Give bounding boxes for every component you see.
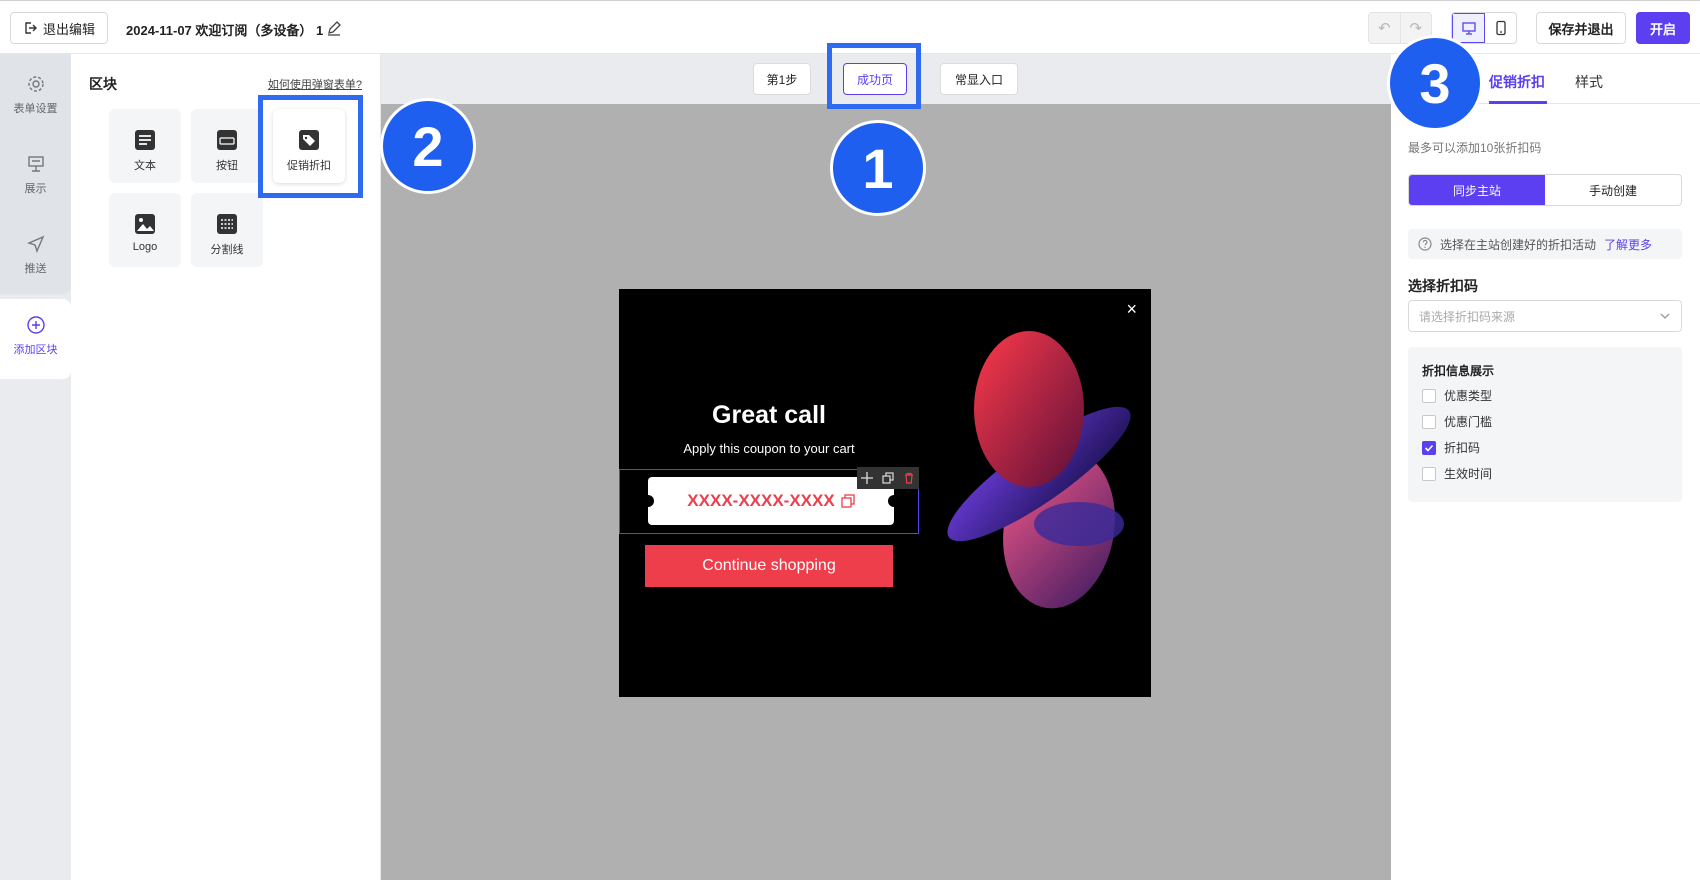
nav-item-display[interactable]: 展示 <box>0 154 71 196</box>
checkbox-box-checked <box>1422 440 1436 455</box>
info-text: 选择在主站创建好的折扣活动 <box>1440 237 1597 252</box>
checkbox-box <box>1422 388 1436 403</box>
tab-discount[interactable]: 促销折扣 <box>1489 72 1545 92</box>
popup-title: Great call <box>712 401 826 429</box>
text-icon <box>135 130 155 150</box>
block-toolbar <box>857 467 919 489</box>
checkbox-label: 优惠门槛 <box>1444 415 1493 429</box>
checkbox-box <box>1422 414 1436 429</box>
display-options-title: 折扣信息展示 <box>1422 364 1495 378</box>
desktop-icon <box>1461 22 1476 35</box>
nav-item-form-settings[interactable]: 表单设置 <box>0 74 71 116</box>
select-code-title: 选择折扣码 <box>1408 278 1478 294</box>
tile-label: 文本 <box>134 160 156 172</box>
tile-label: Logo <box>132 241 158 253</box>
mobile-icon <box>1495 20 1506 36</box>
save-exit-button[interactable]: 保存并退出 <box>1536 12 1626 44</box>
nav-item-label: 展示 <box>24 183 47 195</box>
code-source-select[interactable]: 请选择折扣码来源 <box>1408 300 1682 332</box>
source-segmented-control: 同步主站 手动创建 <box>1408 174 1682 206</box>
checkbox-box <box>1422 466 1436 481</box>
tile-label: 分割线 <box>210 244 244 256</box>
pencil-icon[interactable] <box>326 20 342 36</box>
block-tile-divider[interactable]: 分割线 <box>191 193 263 267</box>
button-icon <box>217 130 237 150</box>
nav-item-label: 推送 <box>24 263 47 275</box>
select-placeholder: 请选择折扣码来源 <box>1419 309 1516 324</box>
gear-icon <box>27 76 44 92</box>
active-tab-indicator <box>1489 101 1547 104</box>
exit-edit-label: 退出编辑 <box>42 21 95 37</box>
highlight-box-discount-tile <box>258 95 363 198</box>
document-title: 2024-11-07 欢迎订阅（多设备） 1 <box>126 23 324 38</box>
question-circle-icon <box>1418 237 1432 251</box>
popup-preview: × Great call Apply this coupon to your c… <box>619 289 1151 697</box>
left-nav: 表单设置 展示 推送 添加区块 <box>0 54 71 880</box>
discount-display-card: 折扣信息展示 优惠类型 优惠门槛 折扣码 生效时间 <box>1408 347 1682 502</box>
block-tile-button[interactable]: 按钮 <box>191 109 263 183</box>
presentation-icon <box>27 156 44 172</box>
annotation-badge-3: 3 <box>1387 35 1483 131</box>
desktop-view-button[interactable] <box>1452 13 1485 43</box>
nav-item-label: 表单设置 <box>13 103 58 115</box>
annotation-badge-2: 2 <box>380 98 476 194</box>
undo-icon[interactable]: ↶ <box>1369 13 1401 43</box>
coupon-notch-left <box>642 495 654 507</box>
divider-icon <box>217 214 237 234</box>
mobile-view-button[interactable] <box>1485 13 1516 43</box>
nav-item-push[interactable]: 推送 <box>0 234 71 276</box>
plus-circle-icon <box>26 316 45 334</box>
tab-style[interactable]: 样式 <box>1575 72 1603 92</box>
nav-item-add-block[interactable]: 添加区块 <box>0 299 71 379</box>
exit-edit-button[interactable]: 退出编辑 <box>10 12 108 44</box>
move-icon[interactable] <box>861 472 874 484</box>
coupon-notch-right <box>888 495 900 507</box>
send-icon <box>26 235 44 253</box>
popup-subtitle: Apply this coupon to your cart <box>683 441 855 456</box>
image-icon <box>135 214 155 234</box>
exit-icon <box>25 22 37 34</box>
checkbox-discount-type[interactable]: 优惠类型 <box>1422 387 1492 404</box>
right-panel: 促销折扣 样式 最多可以添加10张折扣码 同步主站 手动创建 选择在主站创建好的… <box>1391 54 1700 880</box>
continue-shopping-button[interactable]: Continue shopping <box>645 545 893 587</box>
manual-create-button[interactable]: 手动创建 <box>1545 175 1681 205</box>
checkbox-code[interactable]: 折扣码 <box>1422 439 1480 456</box>
sync-main-site-button[interactable]: 同步主站 <box>1409 175 1545 205</box>
chevron-down-icon <box>1660 313 1670 319</box>
nav-item-label: 添加区块 <box>13 344 58 356</box>
close-icon[interactable]: × <box>1126 299 1137 320</box>
block-panel: 区块 如何使用弹窗表单? 文本 按钮 促销折扣 Logo 分割线 <box>71 54 381 880</box>
learn-more-link[interactable]: 了解更多 <box>1604 236 1652 253</box>
info-banner: 选择在主站创建好的折扣活动 了解更多 <box>1408 229 1682 259</box>
block-tile-logo[interactable]: Logo <box>109 193 181 267</box>
help-link[interactable]: 如何使用弹窗表单? <box>268 76 362 92</box>
panel-title: 区块 <box>89 76 117 92</box>
duplicate-icon[interactable] <box>882 472 894 484</box>
enable-button[interactable]: 开启 <box>1636 12 1690 44</box>
highlight-box-success-page <box>827 43 921 109</box>
abstract-discs-image <box>947 331 1131 609</box>
coupon-code: XXXX-XXXX-XXXX <box>687 491 835 510</box>
nav-add-content: 添加区块 <box>0 315 71 357</box>
device-toggle <box>1451 12 1517 44</box>
tile-label: 按钮 <box>216 160 238 172</box>
checkbox-label: 优惠类型 <box>1444 389 1493 403</box>
checkbox-threshold[interactable]: 优惠门槛 <box>1422 413 1492 430</box>
max-codes-note: 最多可以添加10张折扣码 <box>1408 141 1542 155</box>
block-tile-text[interactable]: 文本 <box>109 109 181 183</box>
annotation-badge-1: 1 <box>830 120 926 216</box>
step-1-button[interactable]: 第1步 <box>753 63 811 95</box>
checkbox-label: 折扣码 <box>1444 441 1481 455</box>
check-icon <box>1424 444 1434 452</box>
copy-icon[interactable] <box>841 494 855 508</box>
trash-icon[interactable] <box>903 472 915 484</box>
persistent-entry-button[interactable]: 常显入口 <box>940 63 1018 95</box>
checkbox-valid-time[interactable]: 生效时间 <box>1422 465 1492 482</box>
checkbox-label: 生效时间 <box>1444 467 1493 481</box>
